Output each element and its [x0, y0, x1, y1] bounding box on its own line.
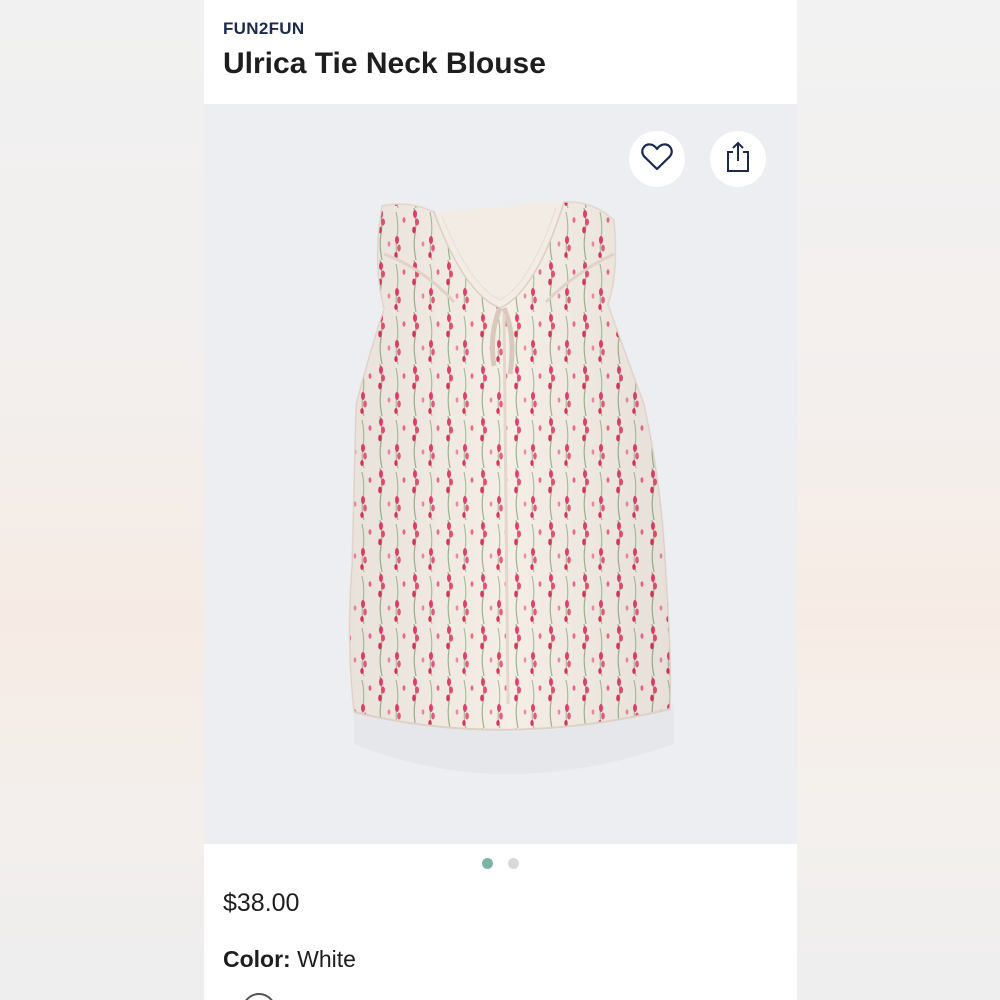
product-panel: FUN2FUN Ulrica Tie Neck Blouse $38.00 Co… — [204, 0, 797, 1000]
product-price: $38.00 — [223, 889, 300, 917]
share-icon — [725, 141, 751, 178]
color-label: Color: — [223, 946, 291, 972]
left-backdrop — [0, 0, 204, 1000]
brand-name[interactable]: FUN2FUN — [223, 19, 304, 39]
carousel-pagination — [204, 858, 797, 869]
color-value: White — [297, 946, 356, 972]
favorite-button[interactable] — [629, 131, 685, 187]
product-image — [204, 104, 797, 844]
carousel-dot-1[interactable] — [482, 858, 493, 869]
share-button[interactable] — [710, 131, 766, 187]
product-image-carousel[interactable] — [204, 104, 797, 844]
product-title: Ulrica Tie Neck Blouse — [223, 47, 546, 80]
right-backdrop — [797, 0, 1000, 1000]
heart-icon — [640, 142, 674, 177]
carousel-dot-2[interactable] — [508, 858, 519, 869]
color-swatch[interactable] — [242, 993, 276, 1000]
color-selection-row: Color: White — [223, 946, 356, 973]
